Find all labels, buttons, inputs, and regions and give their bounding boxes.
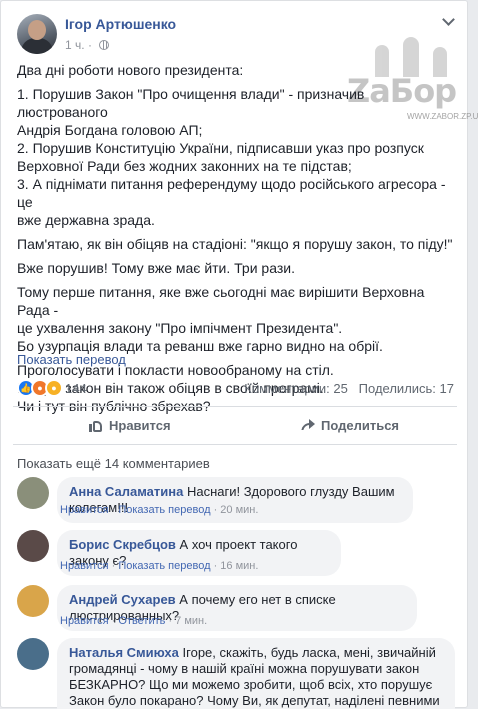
commenter-avatar[interactable] xyxy=(17,530,49,562)
post-time[interactable]: 1 ч. xyxy=(65,38,85,52)
comment-bubble: Наталья Смиюха Ігоре, скажіть, будь ласк… xyxy=(57,638,455,709)
post-paragraph: 1. Порушив Закон "Про очищення влади" - … xyxy=(17,86,446,228)
divider xyxy=(13,444,457,445)
post-stats: Комментарии: 25 Поделились: 17 xyxy=(244,381,454,396)
sad-reaction-icon: ● xyxy=(45,379,63,397)
show-translation-link[interactable]: Показать перевод xyxy=(17,352,126,367)
commenter-avatar[interactable] xyxy=(17,638,49,670)
separator: · xyxy=(87,38,92,52)
post-text: Два дні роботи нового президента: 1. Пор… xyxy=(17,61,457,421)
post-meta: 1 ч. · xyxy=(65,38,110,52)
commenter-avatar[interactable] xyxy=(17,585,49,617)
comment-like-link[interactable]: Нравится xyxy=(60,504,109,516)
share-button[interactable]: Поделиться xyxy=(301,415,399,435)
comment-like-link[interactable]: Нравится xyxy=(60,560,109,572)
comments-count-link[interactable]: Комментарии: 25 xyxy=(244,381,348,396)
commenter-name[interactable]: Борис Скребцов xyxy=(69,537,176,552)
divider xyxy=(13,406,457,407)
shares-count-link[interactable]: Поделились: 17 xyxy=(359,381,454,396)
author-avatar[interactable] xyxy=(17,14,57,54)
comment: Наталья Смиюха Ігоре, скажіть, будь ласк… xyxy=(17,638,457,709)
post-paragraph: Тому перше питання, яке вже сьогодні має… xyxy=(17,284,425,354)
chevron-down-icon[interactable] xyxy=(442,13,455,26)
globe-icon[interactable] xyxy=(99,40,110,50)
comment-time[interactable]: 7 мин. xyxy=(175,615,207,627)
comment-actions: Нравится · Показать перевод · 20 мин. xyxy=(60,504,259,516)
commenter-name[interactable]: Андрей Сухарев xyxy=(69,592,176,607)
share-button-label: Поделиться xyxy=(321,417,400,433)
comment-like-link[interactable]: Нравится xyxy=(60,615,109,627)
commenter-avatar[interactable] xyxy=(17,477,49,509)
post-paragraph: Вже порушив! Тому вже має йти. Три рази. xyxy=(17,260,295,276)
post-paragraph: Два дні роботи нового президента: xyxy=(17,62,244,78)
comment-time[interactable]: 20 мин. xyxy=(220,504,258,516)
post-card: Ігор Артюшенко 1 ч. · ZaБор WWW.ZABOR.ZP… xyxy=(0,0,478,709)
comment-time[interactable]: 16 мин. xyxy=(220,560,258,572)
comment-translate-link[interactable]: Показать перевод xyxy=(118,560,210,572)
like-button-label: Нравится xyxy=(109,417,171,433)
commenter-name[interactable]: Наталья Смиюха xyxy=(69,645,179,660)
comment-translate-link[interactable]: Показать перевод xyxy=(118,504,210,516)
author-name[interactable]: Ігор Артюшенко xyxy=(65,16,176,32)
comment-reply-link[interactable]: Ответить xyxy=(118,615,165,627)
share-icon xyxy=(301,418,315,432)
like-button[interactable]: Нравится xyxy=(89,415,171,435)
commenter-name[interactable]: Анна Саламатина xyxy=(69,484,183,499)
comment-actions: Нравится · Ответить · 7 мин. xyxy=(60,615,208,627)
comment-bubble: Анна Саламатина Наснаги! Здорового глузд… xyxy=(57,477,413,523)
reactions-count: 144 xyxy=(65,381,87,396)
show-more-comments-link[interactable]: Показать ещё 14 комментариев xyxy=(17,456,210,471)
comment-actions: Нравится · Показать перевод · 16 мин. xyxy=(60,560,259,572)
thumbs-up-icon xyxy=(89,418,103,432)
post-paragraph: Пам'ятаю, як він обіцяв на стадіоні: "як… xyxy=(17,236,453,252)
